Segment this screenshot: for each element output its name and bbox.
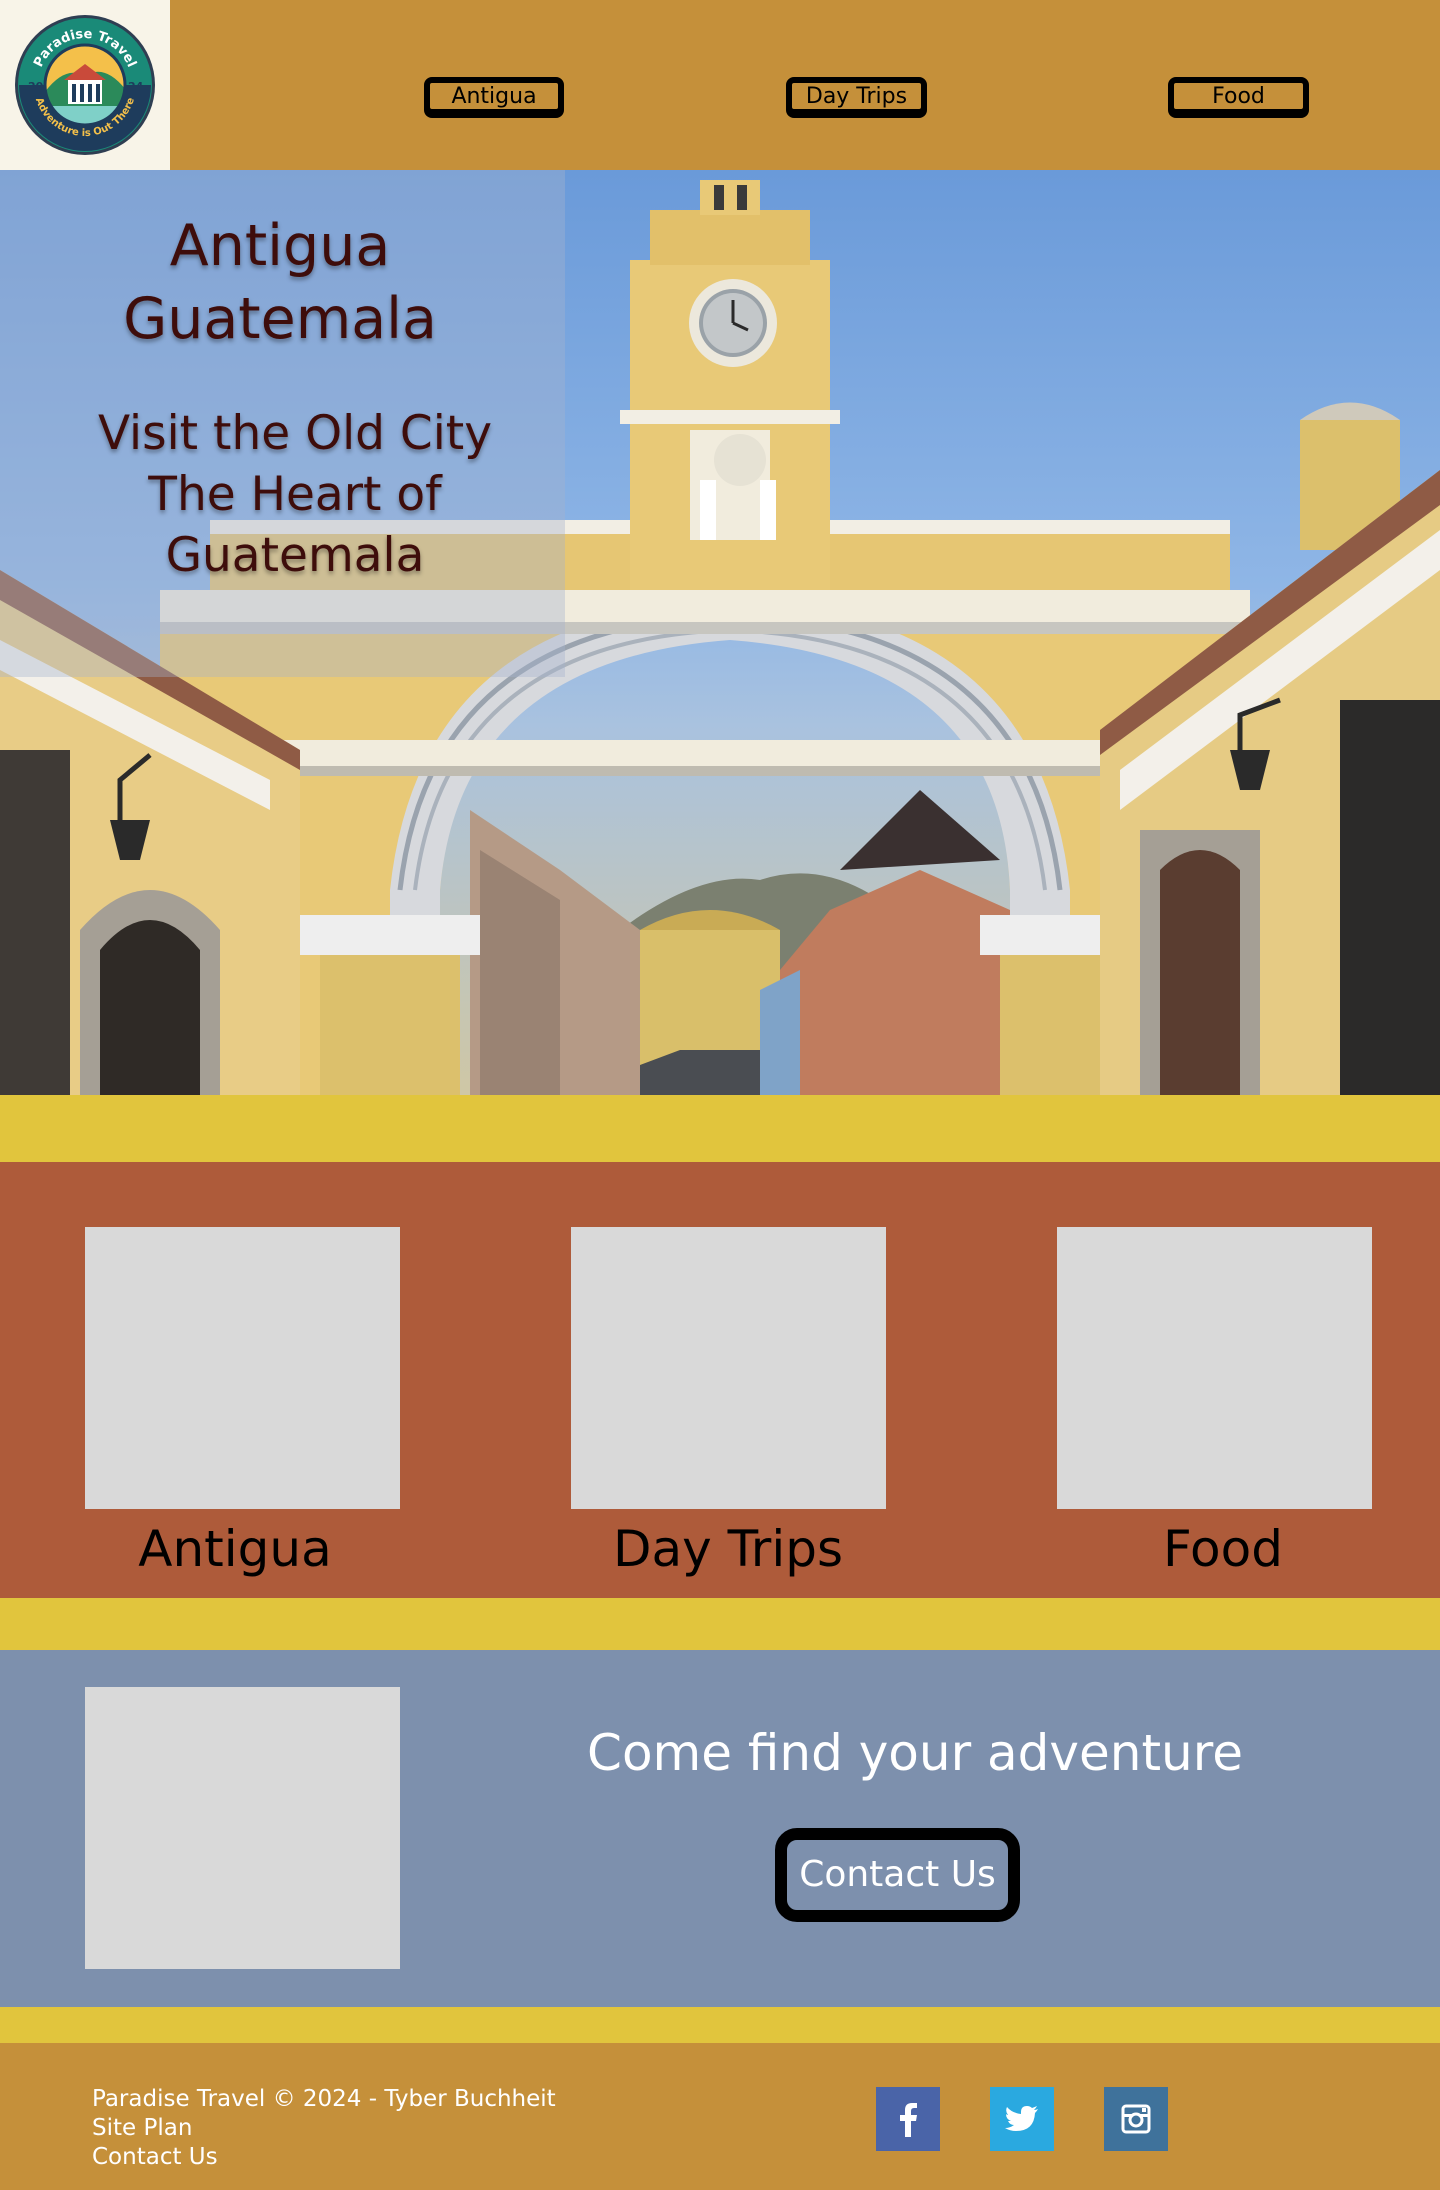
adventure-heading: Come find your adventure bbox=[587, 1724, 1243, 1782]
feature-label-food[interactable]: Food bbox=[1053, 1520, 1393, 1578]
divider-band bbox=[0, 1598, 1440, 1650]
divider-band bbox=[0, 2007, 1440, 2043]
adventure-section: Come find your adventure Contact Us bbox=[0, 1650, 1440, 2007]
footer-link-site-plan[interactable]: Site Plan bbox=[92, 2114, 192, 2143]
site-header: Paradise Travel Adventure is Out There 2… bbox=[0, 0, 1440, 170]
adventure-image-placeholder bbox=[85, 1687, 400, 1969]
site-footer: Paradise Travel © 2024 - Tyber Buchheit … bbox=[0, 2043, 1440, 2190]
feature-label-day-trips[interactable]: Day Trips bbox=[558, 1520, 898, 1578]
instagram-icon[interactable] bbox=[1104, 2087, 1168, 2151]
hero-section: Antigua Guatemala Visit the Old City The… bbox=[0, 170, 1440, 1095]
day-trips-image-placeholder[interactable] bbox=[571, 1227, 886, 1509]
twitter-icon[interactable] bbox=[990, 2087, 1054, 2151]
footer-copyright: Paradise Travel © 2024 - Tyber Buchheit bbox=[92, 2086, 556, 2112]
paradise-travel-logo-icon: Paradise Travel Adventure is Out There 2… bbox=[15, 15, 155, 155]
antigua-image-placeholder[interactable] bbox=[85, 1227, 400, 1509]
divider-band bbox=[0, 1095, 1440, 1162]
feature-label-antigua[interactable]: Antigua bbox=[65, 1520, 405, 1578]
logo[interactable]: Paradise Travel Adventure is Out There 2… bbox=[0, 0, 170, 170]
logo-year-right: 24 bbox=[128, 80, 144, 93]
hero-subtitle: Visit the Old City The Heart of Guatemal… bbox=[97, 406, 493, 583]
nav-food-button[interactable]: Food bbox=[1168, 77, 1309, 115]
food-image-placeholder[interactable] bbox=[1057, 1227, 1372, 1509]
contact-us-button[interactable]: Contact Us bbox=[775, 1828, 1020, 1922]
logo-year-left: 20 bbox=[28, 80, 44, 93]
hero-title: Antigua Guatemala bbox=[123, 213, 437, 352]
footer-link-contact-us[interactable]: Contact Us bbox=[92, 2143, 218, 2172]
features-section: Antigua Day Trips Food bbox=[0, 1162, 1440, 1598]
facebook-icon[interactable] bbox=[876, 2087, 940, 2151]
nav-day-trips-button[interactable]: Day Trips bbox=[786, 77, 927, 115]
nav-antigua-button[interactable]: Antigua bbox=[424, 77, 564, 115]
